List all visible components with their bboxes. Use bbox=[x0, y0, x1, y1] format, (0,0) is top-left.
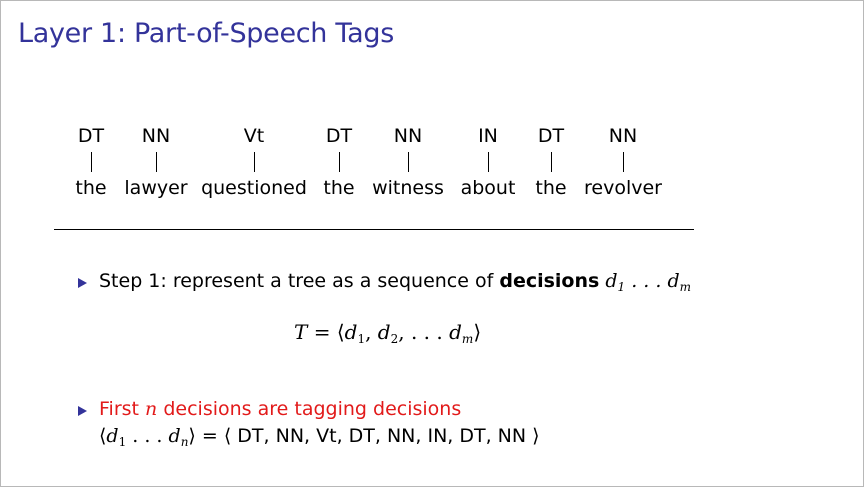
tag-connector bbox=[338, 152, 340, 172]
divider-rule bbox=[54, 229, 694, 230]
bullet-first-n: First n decisions are tagging decisions bbox=[99, 398, 461, 420]
tag-connector bbox=[550, 152, 552, 172]
sequence-formula: T = ⟨d1, d2, . . . dm⟩ bbox=[294, 320, 482, 346]
tag-connector bbox=[407, 152, 409, 172]
tag-column: NN revolver bbox=[563, 124, 683, 200]
bullet-triangle-icon bbox=[78, 278, 87, 288]
tag-connector bbox=[622, 152, 624, 172]
tagging-decisions-text: decisions are tagging decisions bbox=[163, 398, 462, 420]
slide-title: Layer 1: Part-of-Speech Tags bbox=[18, 18, 394, 49]
tag-connector bbox=[253, 152, 255, 172]
bullet-step-1: Step 1: represent a tree as a sequence o… bbox=[99, 270, 692, 294]
first-text: First bbox=[99, 398, 139, 420]
step-1-text: Step 1: represent a tree as a sequence o… bbox=[99, 270, 494, 292]
tag-sequence-formula: ⟨d1 . . . dn⟩ = ⟨ DT, NN, Vt, DT, NN, IN… bbox=[99, 425, 540, 449]
tag-connector bbox=[90, 152, 92, 172]
tag-connector bbox=[487, 152, 489, 172]
tag-connector bbox=[155, 152, 157, 172]
pos-tag: NN bbox=[608, 125, 638, 147]
sentence-word: revolver bbox=[584, 177, 662, 199]
decision-range-formula: d1 . . . dm bbox=[605, 270, 692, 294]
tag-list: DT, NN, Vt, DT, NN, IN, DT, NN bbox=[237, 425, 527, 447]
decisions-keyword: decisions bbox=[499, 270, 600, 292]
bullet-triangle-icon bbox=[78, 406, 87, 416]
n-variable: n bbox=[145, 398, 158, 420]
